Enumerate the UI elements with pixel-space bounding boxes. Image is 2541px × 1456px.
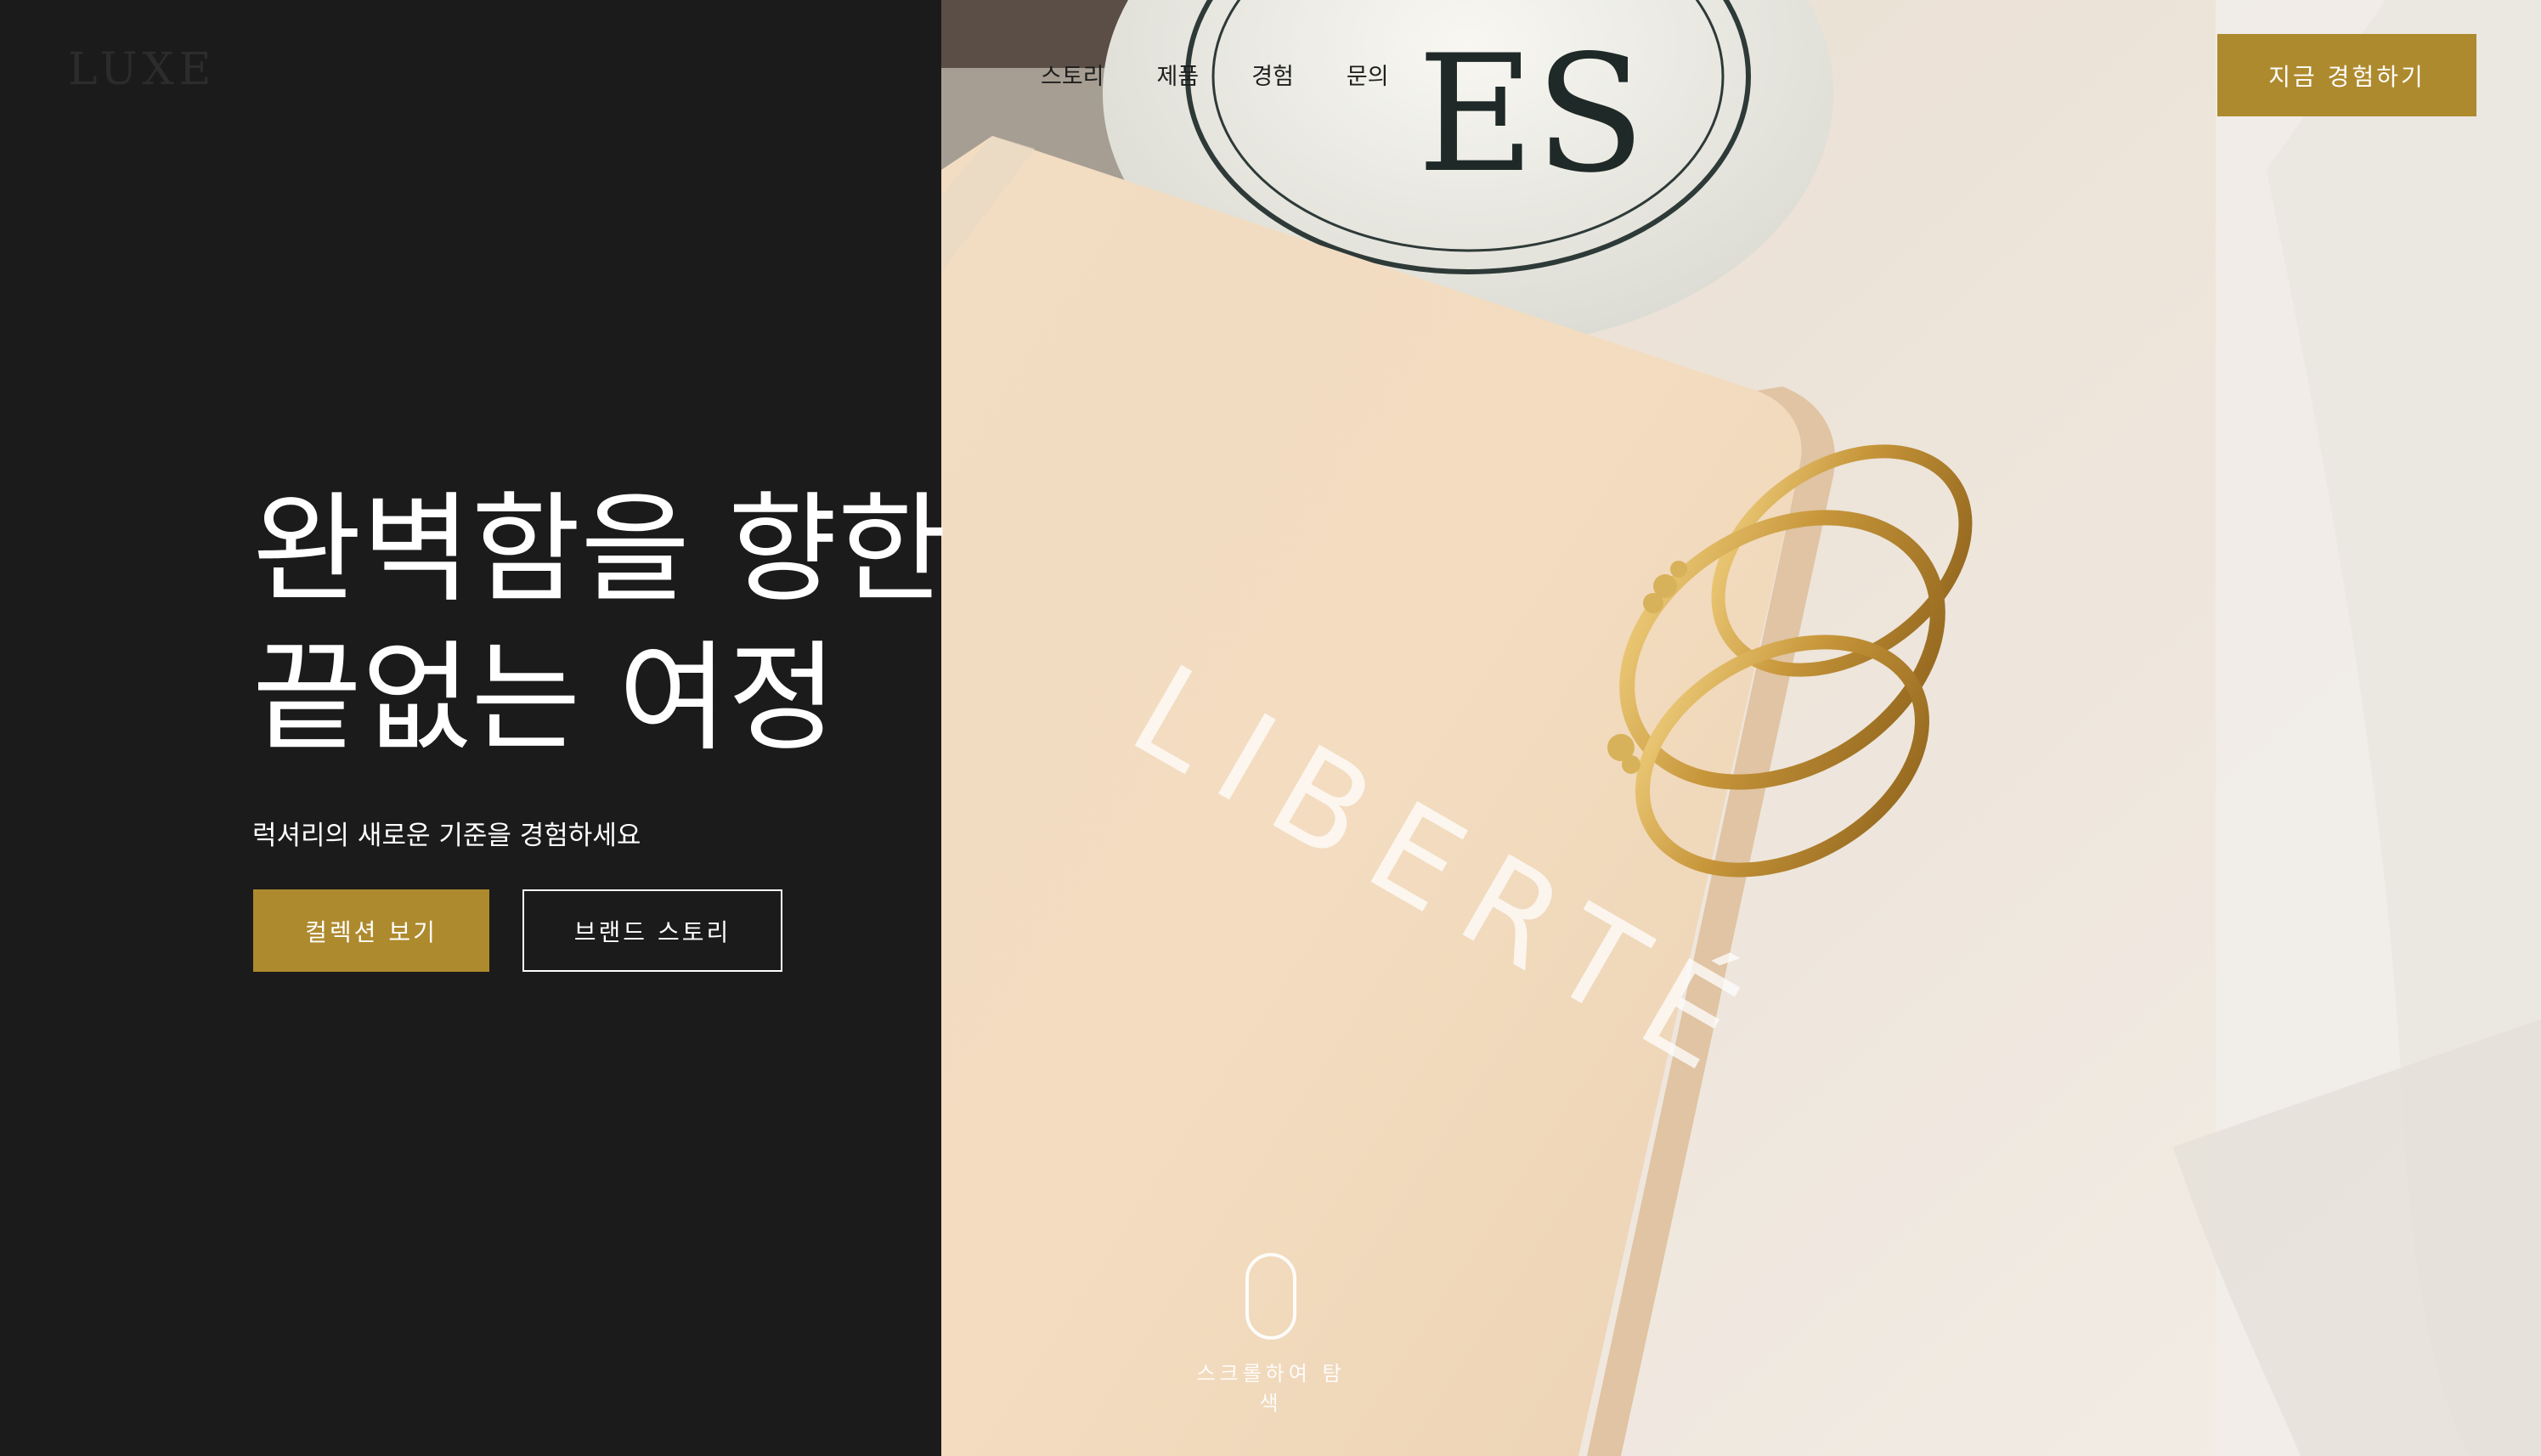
bottle-label-text: ES — [1417, 20, 1646, 208]
view-collection-button[interactable]: 컬렉션 보기 — [253, 889, 489, 972]
scroll-hint-label: 스크롤하여 탐색 — [1196, 1362, 1346, 1415]
brand-logo[interactable]: LUXE — [68, 44, 217, 95]
main-nav: 스토리 제품 경험 문의 — [1041, 58, 1389, 91]
scroll-mouse-icon[interactable] — [1245, 1253, 1296, 1340]
hero-title-line-1: 완벽함을 향한 — [252, 481, 947, 619]
landing-page: ES LIBERTÉ LUXE 스토리 제품 경험 문의 지금 경험하기 완벽함… — [0, 0, 2541, 1456]
nav-item-story[interactable]: 스토리 — [1041, 58, 1104, 91]
brand-story-button[interactable]: 브랜드 스토리 — [522, 889, 782, 972]
nav-item-contact[interactable]: 문의 — [1347, 58, 1389, 91]
hero-title-line-2: 끝없는 여정 — [252, 629, 838, 768]
rings-on-box-illustration: ES LIBERTÉ — [941, 0, 2541, 1456]
hero-subtitle: 럭셔리의 새로운 기준을 경험하세요 — [252, 821, 641, 851]
experience-now-button[interactable]: 지금 경험하기 — [2217, 34, 2476, 116]
nav-item-experience[interactable]: 경험 — [1251, 58, 1294, 91]
hero-title: 완벽함을 향한 끝없는 여정 — [252, 476, 949, 773]
nav-item-products[interactable]: 제품 — [1157, 58, 1200, 91]
hero-image: ES LIBERTÉ — [941, 0, 2541, 1456]
